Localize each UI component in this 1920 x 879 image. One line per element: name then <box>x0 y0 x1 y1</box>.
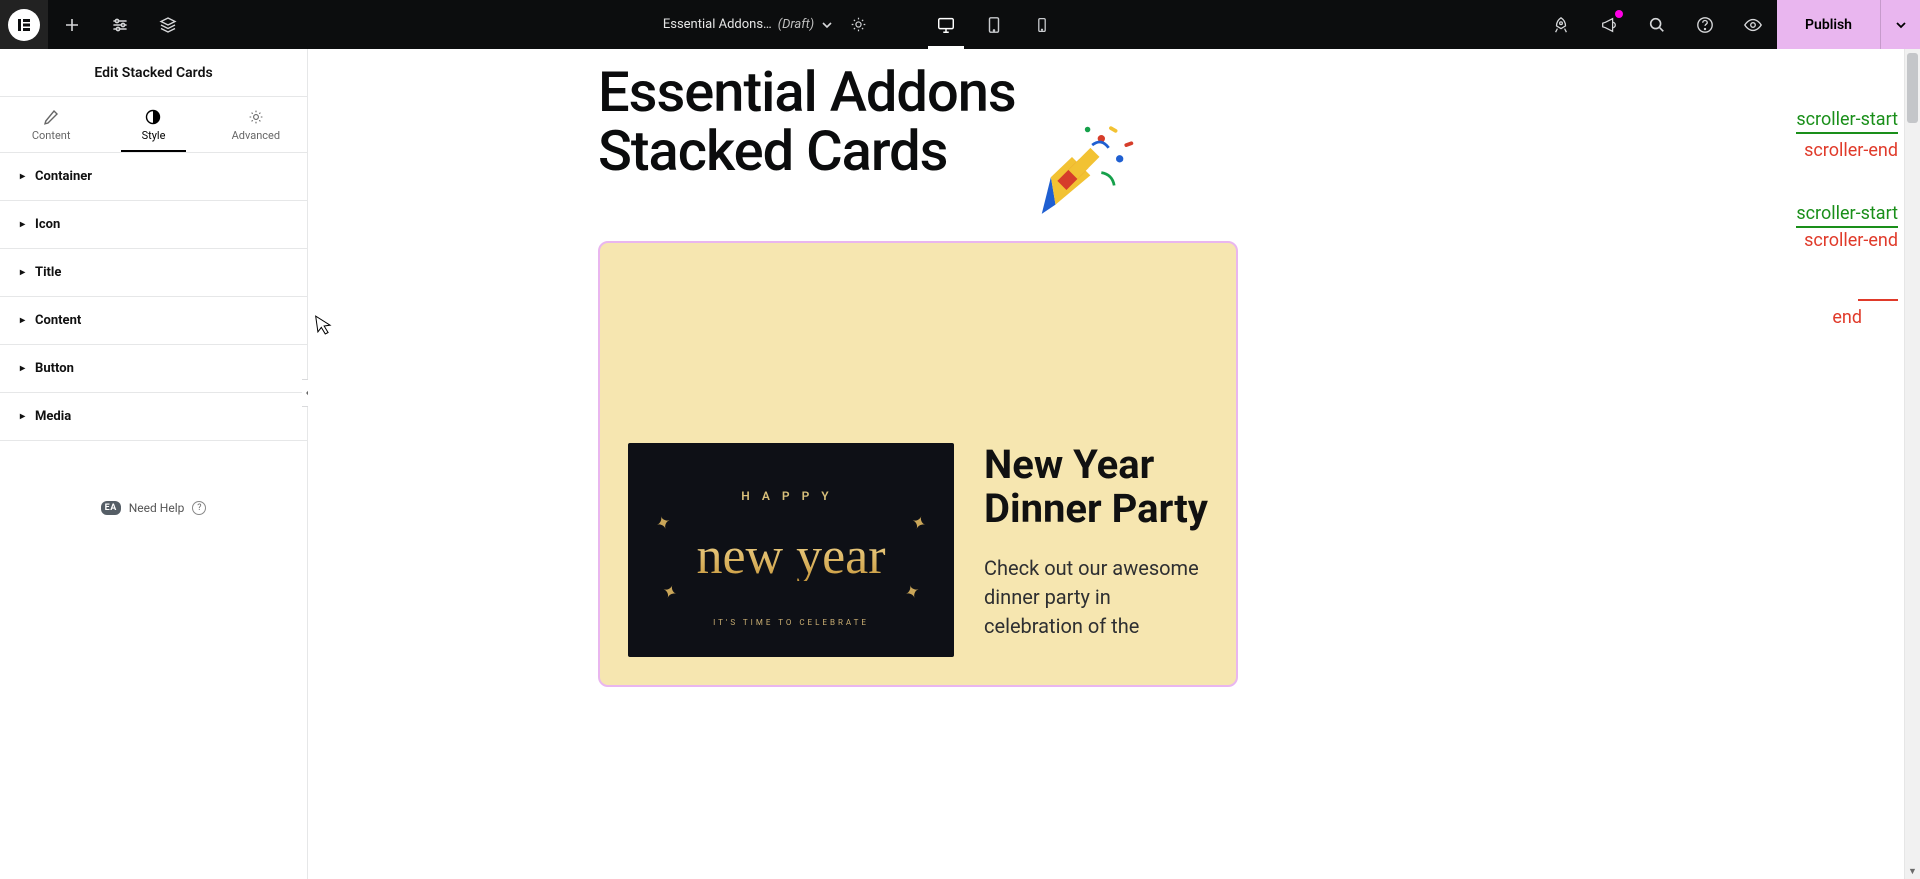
structure-button[interactable] <box>144 0 192 49</box>
gear-icon <box>850 16 867 33</box>
eye-icon <box>1743 15 1763 35</box>
help-button[interactable] <box>1681 0 1729 49</box>
chevron-down-icon <box>820 18 834 32</box>
device-tablet-button[interactable] <box>970 0 1018 49</box>
marker-end: end <box>1796 299 1898 328</box>
search-icon <box>1648 16 1666 34</box>
mobile-icon <box>1034 17 1050 33</box>
tab-content[interactable]: Content <box>0 97 102 152</box>
panel-tabs: Content Style Advanced <box>0 97 307 152</box>
section-label: Button <box>35 361 74 376</box>
whats-new-button[interactable] <box>1585 0 1633 49</box>
ea-badge: EA <box>101 501 121 515</box>
scroll-down-arrow[interactable]: ▼ <box>1905 863 1920 879</box>
style-sections: ▸ Container ▸ Icon ▸ Title ▸ Content ▸ Button… <box>0 152 307 441</box>
question-icon: ? <box>192 501 206 515</box>
editor-sidebar: Edit Stacked Cards Content Style Advance… <box>0 49 308 879</box>
document-title[interactable]: Essential Addons… (Draft) <box>663 17 834 32</box>
gear-icon <box>205 109 307 125</box>
document-status: (Draft) <box>778 17 814 32</box>
need-help-link[interactable]: EA Need Help ? <box>0 501 307 515</box>
responsive-device-switcher <box>922 0 1066 49</box>
section-label: Icon <box>35 217 60 232</box>
marker-scroller-end: scroller-end <box>1796 138 1898 163</box>
caret-right-icon: ▸ <box>20 219 25 230</box>
mouse-cursor <box>315 313 334 337</box>
launchpad-button[interactable] <box>1537 0 1585 49</box>
caret-right-icon: ▸ <box>20 411 25 422</box>
contrast-icon <box>102 109 204 125</box>
megaphone-icon <box>1600 16 1618 34</box>
section-label: Content <box>35 313 81 328</box>
card-media-image: ✦✦ ✦✦ HAPPY new year IT'S TIME TO CELEBR… <box>628 443 954 657</box>
marker-scroller-start: scroller-start <box>1796 107 1898 134</box>
elementor-logo-icon <box>8 9 40 41</box>
scroll-markers: scroller-start scroller-end scroller-sta… <box>1796 107 1898 328</box>
document-name: Essential Addons… <box>663 17 772 32</box>
tab-advanced[interactable]: Advanced <box>205 97 307 152</box>
marker-scroller-end-2: scroller-end <box>1796 228 1898 253</box>
section-label: Title <box>35 265 61 280</box>
chevron-down-icon <box>1894 18 1908 32</box>
site-settings-button[interactable] <box>96 0 144 49</box>
panel-title: Edit Stacked Cards <box>0 49 307 97</box>
section-label: Media <box>35 409 71 424</box>
tab-advanced-label: Advanced <box>232 129 280 142</box>
pencil-icon <box>0 109 102 125</box>
section-icon[interactable]: ▸ Icon <box>0 201 307 249</box>
tab-content-label: Content <box>32 129 71 142</box>
scroll-thumb[interactable] <box>1907 53 1918 123</box>
sliders-icon <box>111 16 129 34</box>
section-label: Container <box>35 169 92 184</box>
media-script-text: new year <box>696 534 885 581</box>
canvas-content: Essential Addons Stacked Cards <box>308 63 1920 879</box>
media-overline: HAPPY <box>741 489 840 503</box>
finder-button[interactable] <box>1633 0 1681 49</box>
plus-icon <box>63 16 81 34</box>
rocket-icon <box>1552 16 1570 34</box>
marker-end-label: end <box>1832 307 1862 328</box>
need-help-label: Need Help <box>129 501 185 515</box>
section-container[interactable]: ▸ Container <box>0 153 307 201</box>
editor-topbar: Essential Addons… (Draft) <box>0 0 1920 49</box>
party-popper-icon <box>1028 113 1138 223</box>
marker-scroller-start-2: scroller-start <box>1796 201 1898 228</box>
publish-options-button[interactable] <box>1880 0 1920 49</box>
caret-right-icon: ▸ <box>20 267 25 278</box>
editor-canvas[interactable]: Essential Addons Stacked Cards <box>308 49 1920 879</box>
tab-style-label: Style <box>142 129 166 142</box>
section-media[interactable]: ▸ Media <box>0 393 307 441</box>
tablet-icon <box>985 16 1003 34</box>
section-title[interactable]: ▸ Title <box>0 249 307 297</box>
caret-right-icon: ▸ <box>20 363 25 374</box>
publish-label: Publish <box>1805 17 1852 33</box>
elementor-logo-button[interactable] <box>0 0 48 49</box>
card-title: New Year Dinner Party <box>984 443 1208 533</box>
card-body-text: Check out our awesome dinner party in ce… <box>984 554 1208 641</box>
device-mobile-button[interactable] <box>1018 0 1066 49</box>
caret-right-icon: ▸ <box>20 171 25 182</box>
media-subline: IT'S TIME TO CELEBRATE <box>713 618 869 627</box>
help-icon <box>1696 16 1714 34</box>
notification-dot <box>1615 10 1623 18</box>
layers-icon <box>159 16 177 34</box>
desktop-icon <box>936 15 956 35</box>
stacked-card-selected[interactable]: ✦✦ ✦✦ HAPPY new year IT'S TIME TO CELEBR… <box>598 241 1238 687</box>
add-element-button[interactable] <box>48 0 96 49</box>
tab-style[interactable]: Style <box>102 97 204 152</box>
preview-button[interactable] <box>1729 0 1777 49</box>
page-settings-button[interactable] <box>838 0 878 49</box>
section-button[interactable]: ▸ Button <box>0 345 307 393</box>
section-content[interactable]: ▸ Content <box>0 297 307 345</box>
device-desktop-button[interactable] <box>922 0 970 49</box>
publish-button[interactable]: Publish <box>1777 0 1880 49</box>
editor-workspace: Edit Stacked Cards Content Style Advance… <box>0 49 1920 879</box>
canvas-scrollbar[interactable]: ▲ ▼ <box>1904 49 1920 879</box>
caret-right-icon: ▸ <box>20 315 25 326</box>
